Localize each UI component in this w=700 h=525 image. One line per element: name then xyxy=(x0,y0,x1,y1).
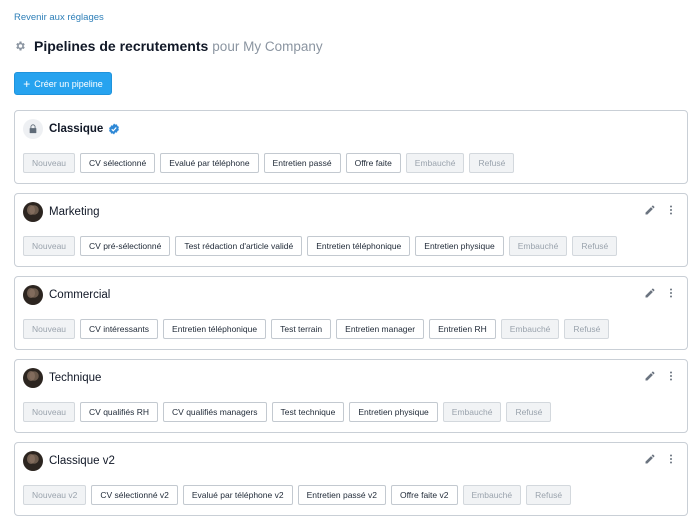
stage-list: Nouveau CV intéressants Entretien téléph… xyxy=(23,319,610,339)
avatar xyxy=(23,451,43,471)
pipeline-card-commercial: Commercial Nouveau CV intéressants Entre… xyxy=(14,276,688,350)
create-pipeline-button[interactable]: + Créer un pipeline xyxy=(14,72,112,95)
stage-tag[interactable]: Evalué par téléphone xyxy=(160,153,259,173)
avatar xyxy=(23,202,43,222)
avatar xyxy=(23,368,43,388)
stage-tag[interactable]: Nouveau xyxy=(23,402,76,422)
pipeline-name: Classique xyxy=(49,123,104,135)
more-vertical-icon[interactable] xyxy=(665,204,677,216)
stage-tag[interactable]: Offre faite v2 xyxy=(390,485,458,505)
avatar xyxy=(23,285,43,305)
pipeline-name: Commercial xyxy=(49,289,111,301)
stage-list: Nouveau CV sélectionné Evalué par téléph… xyxy=(23,153,515,173)
stage-tag[interactable]: Refusé xyxy=(564,319,610,339)
stage-tag[interactable]: Nouveau xyxy=(23,319,76,339)
pencil-icon[interactable] xyxy=(644,453,656,465)
stage-tag[interactable]: Refusé xyxy=(572,236,618,256)
stage-tag[interactable]: Test terrain xyxy=(271,319,332,339)
stage-tag[interactable]: Embauché xyxy=(462,485,522,505)
stage-tag[interactable]: Embauché xyxy=(405,153,465,173)
stage-tag[interactable]: Entretien passé xyxy=(263,153,341,173)
pipeline-card-classique: Classique Nouveau CV sélectionné Evalué … xyxy=(14,110,688,184)
stage-tag[interactable]: CV pré-sélectionné xyxy=(80,236,171,256)
stage-tag[interactable]: CV sélectionné v2 xyxy=(91,485,178,505)
more-vertical-icon[interactable] xyxy=(665,370,677,382)
page-header: Pipelines de recrutements pour My Compan… xyxy=(14,36,323,56)
stage-list: Nouveau CV pré-sélectionné Test rédactio… xyxy=(23,236,618,256)
page-title: Pipelines de recrutements xyxy=(34,38,209,54)
more-vertical-icon[interactable] xyxy=(665,453,677,465)
plus-icon: + xyxy=(23,76,31,91)
stage-tag[interactable]: Entretien passé v2 xyxy=(297,485,386,505)
stage-tag[interactable]: Entretien manager xyxy=(336,319,425,339)
pencil-icon[interactable] xyxy=(644,370,656,382)
stage-tag[interactable]: Embauché xyxy=(508,236,568,256)
gear-icon xyxy=(16,41,25,51)
stage-tag[interactable]: Refusé xyxy=(469,153,515,173)
back-to-settings-link[interactable]: Revenir aux réglages xyxy=(14,12,104,23)
stage-tag[interactable]: CV qualifiés managers xyxy=(163,402,267,422)
stage-list: Nouveau v2 CV sélectionné v2 Evalué par … xyxy=(23,485,572,505)
stage-tag[interactable]: Entretien téléphonique xyxy=(307,236,411,256)
create-pipeline-label: Créer un pipeline xyxy=(34,78,103,89)
pipeline-name: Classique v2 xyxy=(49,455,115,467)
stage-tag[interactable]: Entretien physique xyxy=(415,236,504,256)
stage-tag[interactable]: CV sélectionné xyxy=(80,153,156,173)
pipeline-card-classique-v2: Classique v2 Nouveau v2 CV sélectionné v… xyxy=(14,442,688,516)
stage-tag[interactable]: CV intéressants xyxy=(80,319,159,339)
stage-tag[interactable]: Embauché xyxy=(442,402,502,422)
stage-tag[interactable]: CV qualifiés RH xyxy=(80,402,159,422)
stage-tag[interactable]: Entretien RH xyxy=(429,319,496,339)
pipeline-name: Technique xyxy=(49,372,102,384)
stage-tag[interactable]: Entretien physique xyxy=(349,402,438,422)
lock-icon xyxy=(23,119,43,139)
stage-tag[interactable]: Test technique xyxy=(271,402,345,422)
stage-tag[interactable]: Test rédaction d'article validé xyxy=(175,236,303,256)
pencil-icon[interactable] xyxy=(644,204,656,216)
stage-tag[interactable]: Refusé xyxy=(526,485,572,505)
stage-tag[interactable]: Nouveau xyxy=(23,153,76,173)
stage-list: Nouveau CV qualifiés RH CV qualifiés man… xyxy=(23,402,552,422)
page-subtitle: pour My Company xyxy=(212,38,323,54)
pencil-icon[interactable] xyxy=(644,287,656,299)
pipeline-name: Marketing xyxy=(49,206,100,218)
stage-tag[interactable]: Embauché xyxy=(500,319,560,339)
stage-tag[interactable]: Entretien téléphonique xyxy=(163,319,267,339)
pipeline-card-technique: Technique Nouveau CV qualifiés RH CV qua… xyxy=(14,359,688,433)
stage-tag[interactable]: Nouveau v2 xyxy=(23,485,87,505)
more-vertical-icon[interactable] xyxy=(665,287,677,299)
stage-tag[interactable]: Offre faite xyxy=(345,153,401,173)
stage-tag[interactable]: Nouveau xyxy=(23,236,76,256)
stage-tag[interactable]: Evalué par téléphone v2 xyxy=(182,485,293,505)
pipeline-card-marketing: Marketing Nouveau CV pré-sélectionné Tes… xyxy=(14,193,688,267)
verified-badge-icon xyxy=(109,123,120,135)
stage-tag[interactable]: Refusé xyxy=(506,402,552,422)
